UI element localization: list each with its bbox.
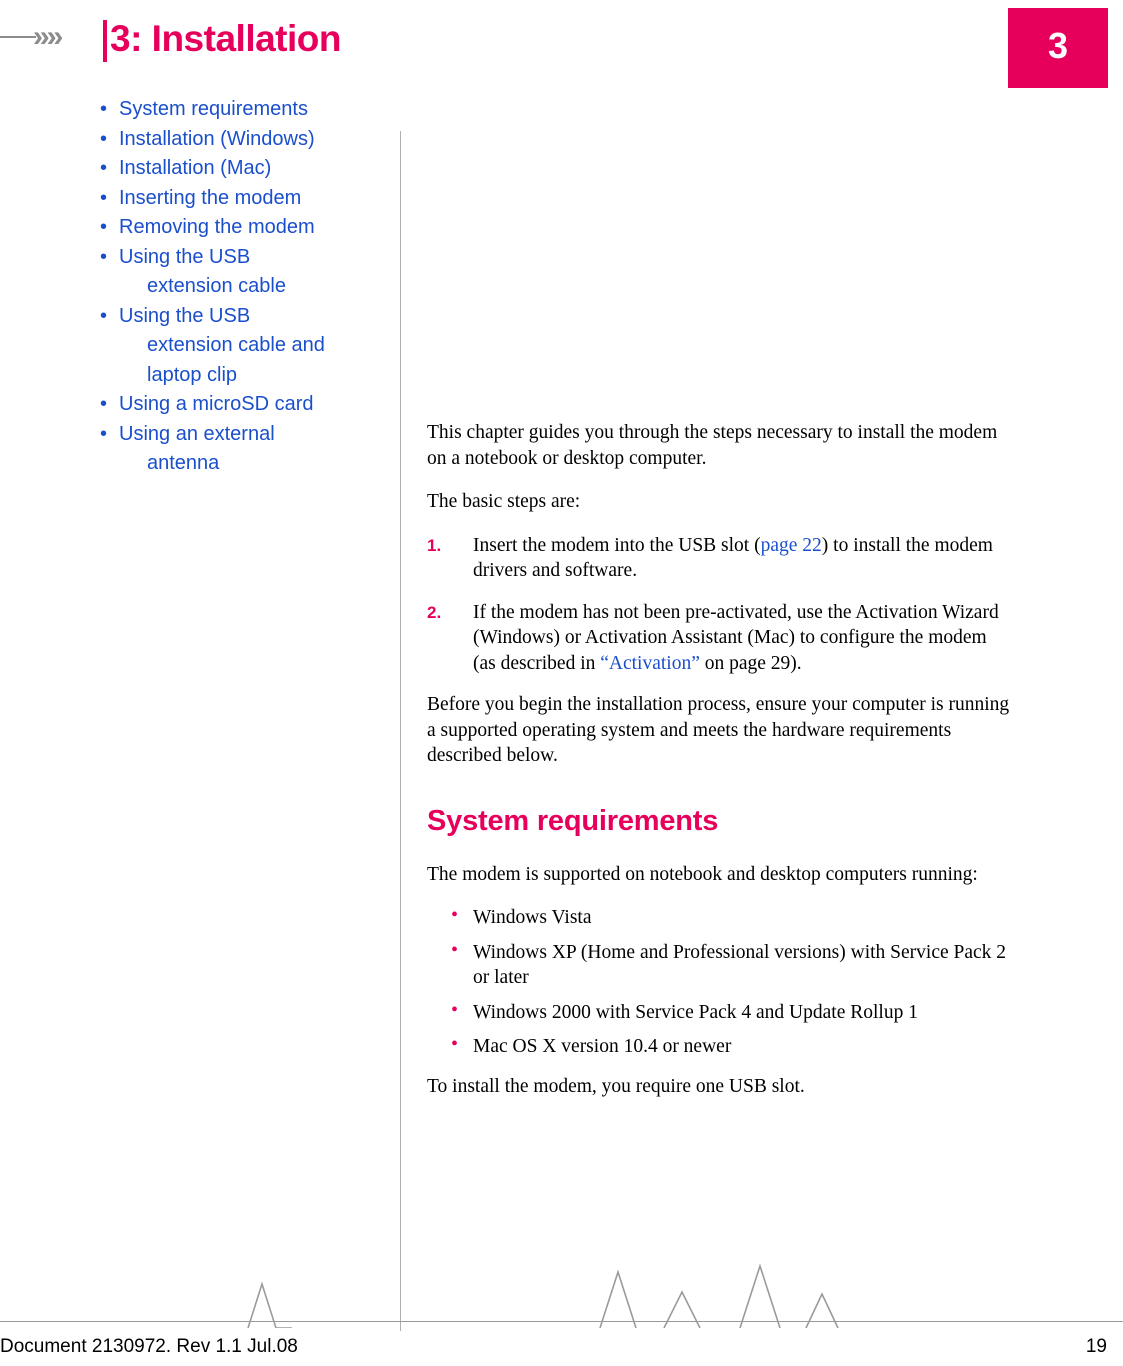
os-list-item-label: Mac OS X version 10.4 or newer [473, 1036, 732, 1057]
toc-item-using-a-microsd-card[interactable]: • Using a microSD card [96, 390, 396, 420]
header-rule [0, 36, 36, 38]
step-item: 2. If the modem has not been pre-activate… [427, 600, 1010, 677]
bullet-icon: • [100, 245, 108, 268]
step-text-part1: Insert the modem into the USB slot ( [473, 534, 761, 556]
bullet-icon: • [100, 127, 108, 150]
bullet-icon: • [451, 998, 459, 1021]
step-text-part2: on page 29). [699, 652, 802, 674]
os-list-item: • Windows 2000 with Service Pack 4 and U… [427, 998, 1010, 1026]
intro-paragraph: This chapter guides you through the step… [427, 422, 998, 469]
basic-steps-lead: The basic steps are: [427, 491, 581, 512]
bullet-icon: • [451, 938, 459, 961]
os-requirements-list: • Windows Vista • Windows XP (Home and P… [427, 904, 1010, 1060]
toc-item-inserting-the-modem[interactable]: • Inserting the modem [96, 184, 396, 214]
bullet-icon: • [100, 216, 108, 238]
toc-item-label-cont: extension cable and [147, 334, 325, 356]
bullet-icon: • [100, 186, 108, 209]
toc-item-label-cont2: laptop clip [147, 363, 238, 386]
bullet-icon: • [100, 157, 108, 179]
toc-item-installation-windows[interactable]: • Installation (Windows) [96, 125, 396, 155]
toc-item-installation-mac[interactable]: • Installation (Mac) [96, 154, 396, 184]
toc-item-using-an-external-antenna[interactable]: • Using an external antenna [96, 420, 396, 479]
bullet-icon: • [100, 304, 108, 327]
toc-item-using-usb-extension-cable[interactable]: • Using the USB extension cable [96, 243, 396, 302]
bullet-icon: • [100, 422, 108, 445]
toc-item-label-cont: extension cable [147, 275, 286, 297]
main-content: This chapter guides you through the step… [427, 420, 1010, 1117]
toc-item-label: Using an external [119, 422, 275, 445]
toc-item-label: Removing the modem [119, 216, 315, 238]
toc-item-label: Installation (Mac) [119, 157, 272, 179]
step-item: 1. Insert the modem into the USB slot (pa… [427, 533, 1010, 584]
footer-rule [0, 1321, 1123, 1322]
step-link-activation[interactable]: “Activation” [600, 653, 700, 674]
bullet-icon: • [451, 904, 459, 926]
os-list-item-label: Windows 2000 with Service Pack 4 and Upd… [473, 1001, 918, 1023]
toc-item-removing-the-modem[interactable]: • Removing the modem [96, 213, 396, 243]
closing-paragraph: To install the modem, you require one US… [427, 1075, 805, 1097]
footer-wave-decoration [247, 1263, 839, 1328]
step-number: 1. [427, 535, 442, 555]
os-list-item: • Windows Vista [427, 904, 1010, 931]
os-list-item: • Mac OS X version 10.4 or newer [427, 1033, 1010, 1060]
os-list-item-label: Windows Vista [473, 907, 592, 928]
step-number: 2. [427, 602, 442, 622]
chapter-header: »» 3: Installation 3 [0, 0, 1123, 95]
toc-item-label-cont: antenna [147, 452, 220, 474]
bullet-icon: • [451, 1033, 459, 1055]
page-title: 3: Installation [110, 18, 341, 59]
section-heading-system-requirements: System requirements [427, 804, 719, 837]
os-list-item: • Windows XP (Home and Professional vers… [427, 938, 1010, 991]
toc-item-label: Inserting the modem [119, 186, 302, 209]
toc-item-label: Installation (Windows) [119, 127, 315, 150]
toc-item-using-usb-extension-cable-and-laptop-clip[interactable]: • Using the USB extension cable and lapt… [96, 302, 396, 391]
footer-page-number: 19 [1085, 1336, 1107, 1357]
chapter-contents-list: • System requirements • Installation (Wi… [96, 95, 396, 479]
footer-document-id: Document 2130972. Rev 1.1 Jul.08 [0, 1336, 298, 1357]
chapter-number: 3 [1047, 25, 1069, 66]
chevron-right-icon: »» [33, 20, 63, 53]
step-link-page22[interactable]: page 22 [761, 535, 822, 556]
supported-lead-paragraph: The modem is supported on notebook and d… [427, 863, 978, 885]
basic-steps-list: 1. Insert the modem into the USB slot (pa… [427, 533, 1010, 677]
toc-item-label: System requirements [119, 98, 308, 120]
before-you-begin-paragraph: Before you begin the installation proces… [427, 694, 1010, 766]
bullet-icon: • [100, 98, 108, 120]
toc-item-label: Using the USB [119, 304, 251, 327]
toc-item-label: Using the USB [119, 245, 251, 268]
title-accent-bar [103, 20, 107, 62]
toc-item-label: Using a microSD card [119, 393, 314, 415]
column-divider [400, 131, 401, 1331]
chapter-number-tab: 3 [1008, 8, 1108, 88]
bullet-icon: • [100, 393, 108, 415]
os-list-item-label: Windows XP (Home and Professional versio… [473, 941, 1007, 989]
toc-item-system-requirements[interactable]: • System requirements [96, 95, 396, 125]
